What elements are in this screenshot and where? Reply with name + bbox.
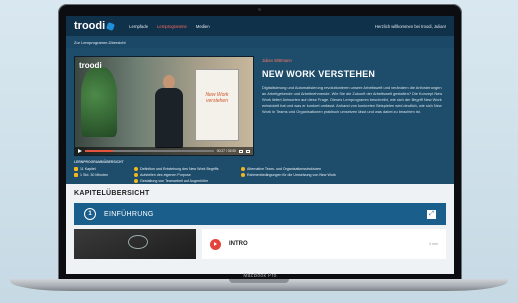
lesson-title: INTRO — [229, 241, 248, 247]
chapter-header-1[interactable]: 1 EINFÜHRUNG ⤢ — [74, 203, 446, 225]
flipchart: New Work verstehen — [195, 69, 239, 141]
brand-name: troodi — [74, 20, 106, 32]
course-title: NEW WORK VERSTEHEN — [262, 69, 376, 79]
lesson-play-icon[interactable] — [210, 238, 221, 250]
plant-decoration — [81, 67, 117, 137]
overview-grid: 11 Kapitel Definition und Entstehung des… — [74, 167, 446, 183]
topic-item: Definition und Entstehung des New Work B… — [134, 167, 241, 171]
video-logo: troodi — [79, 61, 102, 70]
presenter — [155, 75, 183, 151]
course-overview: LERNPROGRAMMÜBERSICHT 11 Kapitel Definit… — [74, 160, 446, 183]
chapter-count: 11 Kapitel — [74, 167, 134, 171]
check-icon — [134, 173, 138, 177]
topic-text: Aufstellen des eigenen Purpose — [140, 173, 191, 177]
check-icon — [134, 179, 138, 183]
settings-icon[interactable] — [239, 149, 243, 153]
top-nav: troodi Lernpfade Lernprogramme Medien He… — [66, 16, 454, 36]
fullscreen-icon[interactable] — [246, 149, 250, 153]
topic-text: Definition und Entstehung des New Work B… — [140, 167, 219, 171]
laptop-lid: troodi Lernpfade Lernprogramme Medien He… — [58, 4, 462, 280]
presenter-body — [155, 88, 183, 148]
topic-text: Rahmenbedingungen für die Umsetzung von … — [247, 173, 336, 177]
nav-link-medien[interactable]: Medien — [196, 24, 210, 29]
course-author: Julian Wittmann — [262, 58, 292, 63]
brand-mark-icon — [106, 21, 116, 31]
clock-icon — [74, 173, 78, 177]
flipchart-text: New Work verstehen — [205, 92, 229, 104]
topic-item: Alternative Team- und Organisationsstruk… — [241, 167, 337, 171]
topic-text: Alternative Team- und Organisationsstruk… — [247, 167, 322, 171]
user-greeting[interactable]: Herzlich willkommen bei troodi, Julian! — [375, 24, 446, 29]
topic-item: Aufstellen des eigenen Purpose — [134, 173, 241, 177]
video-progress-bar[interactable] — [85, 150, 214, 152]
topic-item: Rahmenbedingungen für die Umsetzung von … — [241, 173, 337, 177]
duration-text: 1 Std. 30 Minuten — [80, 173, 109, 177]
chapters-icon — [74, 167, 78, 171]
nav-link-lernprogramme[interactable]: Lernprogramme — [157, 24, 187, 29]
lesson-item[interactable]: INTRO 0 min — [202, 229, 446, 259]
video-controls: 00:27 / 02:00 — [75, 147, 253, 155]
lesson-thumbnail[interactable] — [74, 229, 196, 259]
laptop-notch — [229, 279, 289, 283]
collapse-icon[interactable]: ⤢ — [427, 209, 436, 219]
video-player[interactable]: New Work verstehen troodi 00:27 / 02:00 — [74, 56, 254, 156]
course-description: Digitalisierung und Automatisierung revo… — [262, 85, 443, 115]
check-icon — [134, 167, 138, 171]
video-progress-fill — [85, 150, 114, 152]
scene: troodi Lernpfade Lernprogramme Medien He… — [0, 0, 518, 303]
chapter-section: KAPITELÜBERSICHT 1 EINFÜHRUNG ⤢ INTRO 0 … — [66, 184, 454, 274]
chapter-number: 1 — [84, 208, 96, 220]
camera — [258, 8, 261, 11]
chapter-count-text: 11 Kapitel — [80, 167, 96, 171]
video-time: 00:27 / 02:00 — [216, 149, 236, 153]
course-hero: New Work verstehen troodi 00:27 / 02:00 — [66, 48, 454, 184]
chapter-label: EINFÜHRUNG — [104, 210, 154, 218]
chapter-overview-heading: KAPITELÜBERSICHT — [74, 190, 150, 197]
nav-link-lernpfade[interactable]: Lernpfade — [129, 24, 148, 29]
check-icon — [241, 167, 245, 171]
breadcrumb-back-link[interactable]: Zur Lernprogramm-Übersicht — [66, 36, 454, 48]
laptop-screen: troodi Lernpfade Lernprogramme Medien He… — [66, 16, 454, 274]
overview-heading: LERNPROGRAMMÜBERSICHT — [74, 160, 124, 164]
play-icon[interactable] — [78, 149, 82, 153]
lesson-duration: 0 min — [429, 242, 438, 246]
topic-text: Gestaltung von Teamarbeit auf Augenhöhe — [140, 179, 209, 183]
brand-logo[interactable]: troodi — [74, 20, 116, 32]
lesson-row: INTRO 0 min — [74, 229, 446, 259]
check-icon — [241, 173, 245, 177]
topic-item: Gestaltung von Teamarbeit auf Augenhöhe — [134, 179, 241, 183]
presenter-head — [163, 75, 175, 89]
duration: 1 Std. 30 Minuten — [74, 173, 134, 177]
